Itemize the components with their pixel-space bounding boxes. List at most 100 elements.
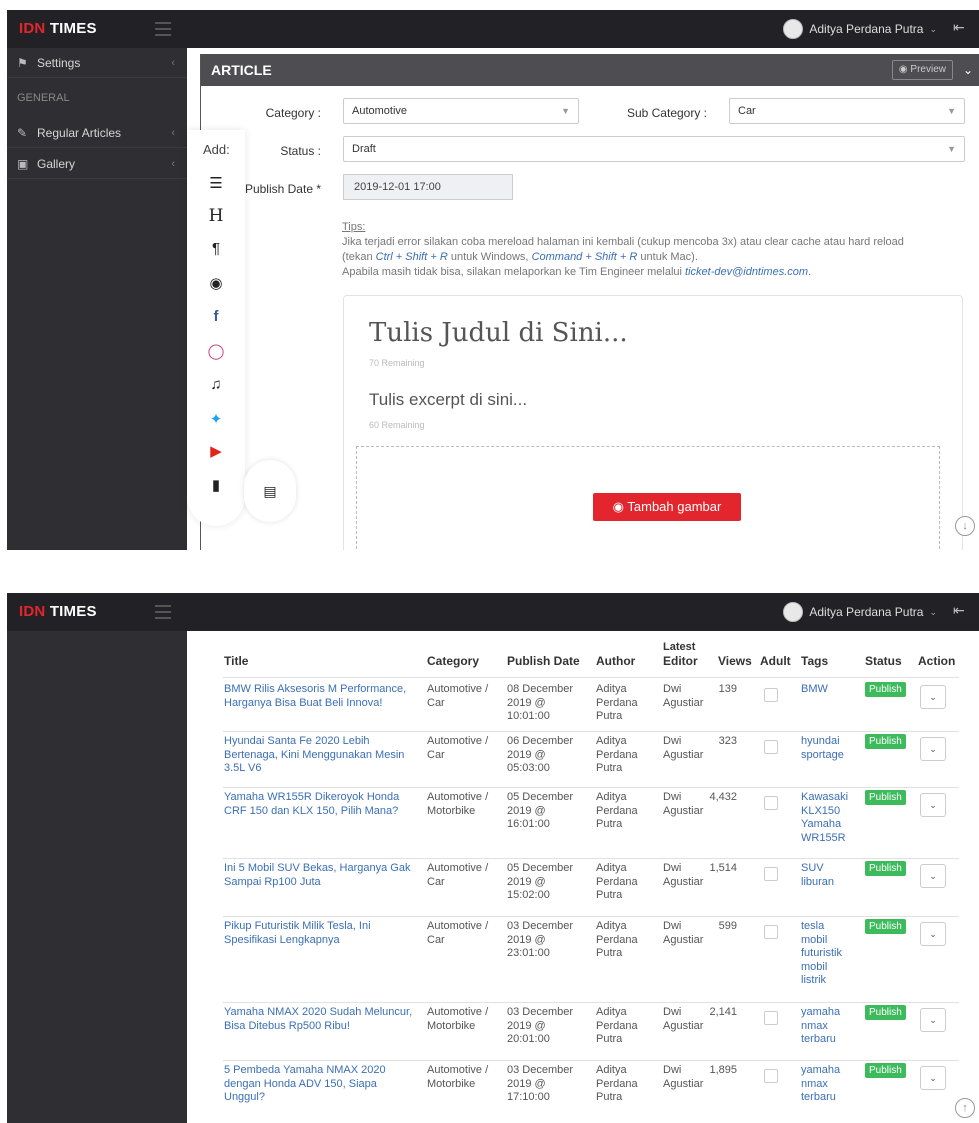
article-title-link[interactable]: Yamaha WR155R Dikeroyok Honda CRF 150 da… bbox=[224, 791, 419, 818]
action-dropdown-button[interactable]: ⌄ bbox=[920, 864, 946, 888]
col-status[interactable]: Status bbox=[865, 654, 902, 668]
col-tags[interactable]: Tags bbox=[801, 654, 828, 668]
document-icon[interactable]: ▮ bbox=[187, 476, 245, 494]
tag-link[interactable]: tesla bbox=[801, 920, 853, 934]
instagram-icon[interactable]: ◯ bbox=[187, 342, 245, 360]
tiktok-icon[interactable]: ♫ bbox=[187, 376, 245, 393]
col-publish-date[interactable]: Publish Date bbox=[507, 654, 580, 668]
chevron-down-icon: ▼ bbox=[947, 144, 956, 154]
tag-link[interactable]: hyundai bbox=[801, 735, 853, 749]
facebook-icon[interactable]: f bbox=[187, 308, 245, 325]
date-line: 2019 @ bbox=[507, 804, 546, 817]
adult-checkbox[interactable] bbox=[764, 867, 778, 881]
pencil-icon: ✎ bbox=[17, 126, 28, 140]
adult-checkbox[interactable] bbox=[764, 740, 778, 754]
author-line: Putra bbox=[596, 1091, 623, 1103]
hamburger-menu-icon[interactable] bbox=[155, 22, 171, 36]
excerpt-input[interactable]: Tulis excerpt di sini... bbox=[369, 390, 527, 410]
adult-checkbox[interactable] bbox=[764, 796, 778, 810]
twitter-icon[interactable]: ✦ bbox=[187, 410, 245, 428]
col-adult[interactable]: Adult bbox=[760, 654, 791, 668]
col-views[interactable]: Views bbox=[718, 654, 752, 668]
logout-icon[interactable]: ⇤ bbox=[953, 19, 969, 37]
heading-icon[interactable]: H bbox=[187, 206, 245, 226]
paragraph-icon[interactable]: ¶ bbox=[187, 240, 245, 257]
col-action[interactable]: Action bbox=[918, 654, 955, 668]
action-dropdown-button[interactable]: ⌄ bbox=[920, 1008, 946, 1032]
idn-times-logo[interactable]: IDN TIMES bbox=[19, 603, 97, 620]
subcategory-select[interactable]: Car ▼ bbox=[729, 98, 965, 124]
support-email-link[interactable]: ticket-dev@idntimes.com bbox=[685, 266, 808, 278]
publish-date-cell: 03 December 2019 @20:01:00 bbox=[507, 1006, 573, 1047]
tag-link[interactable]: Yamaha bbox=[801, 818, 853, 832]
category-select[interactable]: Automotive ▼ bbox=[343, 98, 579, 124]
chevron-down-icon: ⌄ bbox=[929, 744, 937, 754]
col-latest[interactable]: Latest bbox=[663, 641, 695, 653]
publish-date-input[interactable]: 2019-12-01 17:00 bbox=[343, 174, 513, 200]
adult-checkbox[interactable] bbox=[764, 688, 778, 702]
tag-link[interactable]: KLX150 bbox=[801, 805, 853, 819]
tag-link[interactable]: terbaru bbox=[801, 1091, 853, 1105]
tag-link[interactable]: futuristik bbox=[801, 947, 853, 961]
col-author[interactable]: Author bbox=[596, 654, 635, 668]
image-dropzone[interactable]: ◉ Tambah gambar bbox=[356, 446, 940, 550]
article-title-link[interactable]: 5 Pembeda Yamaha NMAX 2020 dengan Honda … bbox=[224, 1064, 419, 1105]
tag-link[interactable]: terbaru bbox=[801, 1033, 853, 1047]
logout-icon[interactable]: ⇤ bbox=[953, 602, 969, 620]
save-button[interactable]: ▤ bbox=[244, 460, 296, 522]
list-icon[interactable]: ☰ bbox=[187, 174, 245, 192]
tag-link[interactable]: nmax bbox=[801, 1078, 853, 1092]
scroll-up-icon[interactable]: ↑ bbox=[955, 1098, 975, 1118]
tips-line-3: Apabila masih tidak bisa, silakan melapo… bbox=[342, 266, 812, 278]
hamburger-menu-icon[interactable] bbox=[155, 605, 171, 619]
action-dropdown-button[interactable]: ⌄ bbox=[920, 1066, 946, 1090]
tag-link[interactable]: nmax bbox=[801, 1020, 853, 1034]
youtube-icon[interactable]: ▶ bbox=[187, 442, 245, 460]
col-category[interactable]: Category bbox=[427, 654, 479, 668]
category-line: Motorbike bbox=[427, 804, 476, 817]
tag-link[interactable]: listrik bbox=[801, 974, 853, 988]
sidebar-item-gallery[interactable]: ▣ Gallery ‹ bbox=[7, 149, 187, 179]
tag-link[interactable]: WR155R bbox=[801, 832, 853, 846]
sidebar-item-regular-articles[interactable]: ✎ Regular Articles ‹ bbox=[7, 118, 187, 148]
tag-link[interactable]: liburan bbox=[801, 876, 853, 890]
status-select[interactable]: Draft ▼ bbox=[343, 136, 965, 162]
action-dropdown-button[interactable]: ⌄ bbox=[920, 793, 946, 817]
tags-cell: BMW bbox=[801, 683, 853, 697]
tag-link[interactable]: yamaha bbox=[801, 1006, 853, 1020]
tag-link[interactable]: BMW bbox=[801, 683, 853, 697]
tag-link[interactable]: mobil bbox=[801, 934, 853, 948]
user-menu[interactable]: Aditya Perdana Putra ⌄ bbox=[783, 602, 937, 622]
col-title[interactable]: Title bbox=[224, 654, 248, 668]
tag-link[interactable]: yamaha bbox=[801, 1064, 853, 1078]
action-dropdown-button[interactable]: ⌄ bbox=[920, 737, 946, 761]
article-title-link[interactable]: Yamaha NMAX 2020 Sudah Meluncur, Bisa Di… bbox=[224, 1006, 419, 1033]
action-dropdown-button[interactable]: ⌄ bbox=[920, 685, 946, 709]
article-title-link[interactable]: Ini 5 Mobil SUV Bekas, Harganya Gak Samp… bbox=[224, 862, 419, 889]
author-line: Putra bbox=[596, 889, 623, 901]
tag-link[interactable]: mobil bbox=[801, 961, 853, 975]
tag-link[interactable]: sportage bbox=[801, 749, 853, 763]
publish-date-label: Publish Date * bbox=[244, 182, 321, 196]
article-title-link[interactable]: Hyundai Santa Fe 2020 Lebih Bertenaga, K… bbox=[224, 735, 419, 776]
add-image-button[interactable]: ◉ Tambah gambar bbox=[593, 493, 741, 521]
camera-icon[interactable]: ◉ bbox=[187, 274, 245, 292]
adult-checkbox[interactable] bbox=[764, 1011, 778, 1025]
status-badge: Publish bbox=[865, 861, 906, 876]
article-title-link[interactable]: Pikup Futuristik Milik Tesla, Ini Spesif… bbox=[224, 920, 419, 947]
adult-checkbox[interactable] bbox=[764, 925, 778, 939]
tag-link[interactable]: Kawasaki bbox=[801, 791, 853, 805]
adult-checkbox[interactable] bbox=[764, 1069, 778, 1083]
sidebar-item-settings[interactable]: ⚑ Settings ‹ bbox=[7, 48, 187, 78]
title-input[interactable]: Tulis Judul di Sini... bbox=[369, 318, 628, 348]
article-title-link[interactable]: BMW Rilis Aksesoris M Performance, Harga… bbox=[224, 683, 419, 710]
date-line: 05 December bbox=[507, 862, 574, 874]
chevron-down-icon[interactable]: ⌄ bbox=[963, 54, 973, 86]
action-dropdown-button[interactable]: ⌄ bbox=[920, 922, 946, 946]
col-editor[interactable]: Editor bbox=[663, 654, 698, 668]
scroll-down-icon[interactable]: ↓ bbox=[955, 516, 975, 536]
tag-link[interactable]: SUV bbox=[801, 862, 853, 876]
idn-times-logo[interactable]: IDN TIMES bbox=[19, 20, 97, 37]
user-menu[interactable]: Aditya Perdana Putra ⌄ bbox=[783, 19, 937, 39]
preview-button[interactable]: ◉ Preview bbox=[891, 60, 953, 80]
